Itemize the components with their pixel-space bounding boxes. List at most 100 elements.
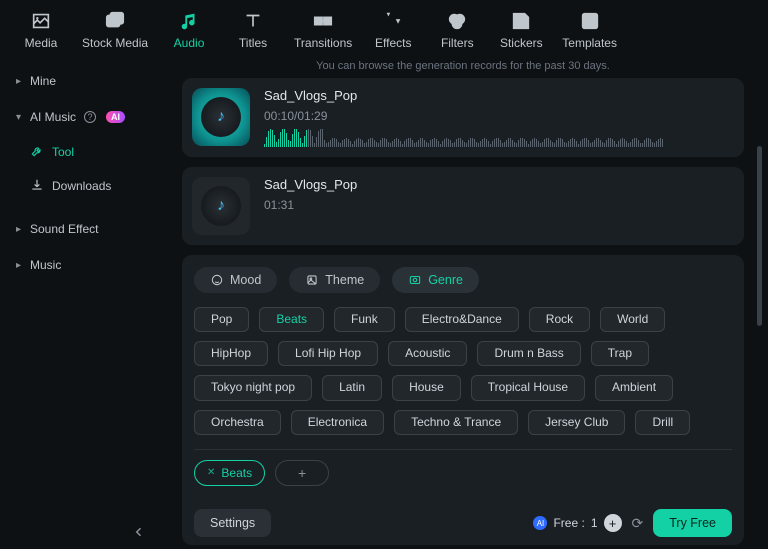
sidebar-item-label: Sound Effect (30, 222, 99, 236)
genre-tag[interactable]: Rock (529, 307, 590, 332)
nav-stock-media[interactable]: Stock Media (82, 6, 148, 50)
sidebar-sub-downloads[interactable]: Downloads (6, 170, 154, 202)
genre-tag[interactable]: Tropical House (471, 375, 585, 400)
ai-chip-icon: AI (533, 516, 547, 530)
genre-tag[interactable]: Techno & Trance (394, 410, 518, 435)
genre-tag[interactable]: HipHop (194, 341, 268, 366)
theme-icon (305, 273, 319, 287)
tab-label: Mood (230, 273, 261, 287)
track-title: Sad_Vlogs_Pop (264, 88, 734, 103)
genre-tag[interactable]: Beats (259, 307, 324, 332)
nav-stickers[interactable]: Stickers (498, 6, 544, 50)
tab-genre[interactable]: Genre (392, 267, 479, 293)
transitions-icon (312, 10, 334, 32)
nav-titles[interactable]: Titles (230, 6, 276, 50)
try-free-button[interactable]: Try Free (653, 509, 732, 537)
selected-tags: ✕Beats + (194, 460, 732, 486)
nav-label: Media (25, 36, 58, 50)
add-tag-button[interactable]: + (275, 460, 329, 486)
nav-filters[interactable]: Filters (434, 6, 480, 50)
nav-media[interactable]: Media (18, 6, 64, 50)
nav-label: Effects (375, 36, 411, 50)
genre-tag[interactable]: World (600, 307, 665, 332)
genre-tag[interactable]: Acoustic (388, 341, 467, 366)
effects-icon (382, 10, 404, 32)
help-icon[interactable]: ? (84, 111, 96, 123)
genre-tag[interactable]: Tokyo night pop (194, 375, 312, 400)
nav-effects[interactable]: Effects (370, 6, 416, 50)
genre-tag[interactable]: Electro&Dance (405, 307, 519, 332)
sidebar-sub-label: Downloads (52, 179, 111, 193)
music-note-icon: ♪ (217, 197, 225, 215)
genre-tag[interactable]: Drill (635, 410, 690, 435)
genre-tag[interactable]: Pop (194, 307, 249, 332)
chevron-right-icon (16, 260, 22, 271)
stickers-icon (510, 10, 532, 32)
nav-label: Titles (239, 36, 267, 50)
top-nav: Media Stock Media Audio Titles Transitions Ef… (0, 0, 768, 56)
track-title: Sad_Vlogs_Pop (264, 177, 734, 192)
nav-label: Stickers (500, 36, 543, 50)
titles-icon (242, 10, 264, 32)
track-item[interactable]: ♪ Sad_Vlogs_Pop 01:31 (182, 167, 744, 245)
nav-transitions[interactable]: Transitions (294, 6, 352, 50)
add-credits-button[interactable]: + (604, 514, 622, 532)
settings-button[interactable]: Settings (194, 509, 271, 537)
genre-tag[interactable]: Jersey Club (528, 410, 625, 435)
free-credits-indicator: AI Free : 1 + (533, 514, 621, 532)
genre-tag[interactable]: Funk (334, 307, 395, 332)
track-time: 01:31 (264, 198, 734, 212)
genre-tag[interactable]: Lofi Hip Hop (278, 341, 378, 366)
sidebar-collapse-button[interactable] (128, 521, 150, 543)
genre-tag[interactable]: Electronica (291, 410, 384, 435)
sidebar-sub-label: Tool (52, 145, 74, 159)
tab-label: Theme (325, 273, 364, 287)
sidebar-item-label: Music (30, 258, 61, 272)
genre-icon (408, 273, 422, 287)
nav-audio[interactable]: Audio (166, 6, 212, 50)
nav-label: Templates (562, 36, 617, 50)
filters-icon (446, 10, 468, 32)
genre-tag[interactable]: House (392, 375, 461, 400)
track-item[interactable]: ♪Sad_Vlogs_Pop00:10/01:29 (182, 78, 744, 157)
chevron-down-icon (16, 112, 22, 123)
nav-templates[interactable]: Templates (562, 6, 617, 50)
track-info: Sad_Vlogs_Pop 01:31 (264, 177, 734, 235)
sidebar-item-label: Mine (30, 74, 56, 88)
genre-tag[interactable]: Orchestra (194, 410, 281, 435)
free-count: 1 (591, 516, 598, 530)
genre-tag[interactable]: Drum n Bass (477, 341, 580, 366)
tool-icon (30, 144, 44, 161)
sidebar-sub-tool[interactable]: Tool (6, 136, 154, 168)
mood-icon (210, 273, 224, 287)
free-label: Free : (553, 516, 584, 530)
stock-media-icon (104, 10, 126, 32)
sidebar-item-sound-effect[interactable]: Sound Effect (6, 212, 154, 246)
selected-tag[interactable]: ✕Beats (194, 460, 265, 486)
tab-mood[interactable]: Mood (194, 267, 277, 293)
refresh-icon[interactable]: ⟳ (632, 515, 644, 532)
sidebar-item-ai-music[interactable]: AI Music?AI (6, 100, 154, 134)
scrollbar[interactable] (757, 146, 762, 326)
tab-theme[interactable]: Theme (289, 267, 380, 293)
genre-tag[interactable]: Trap (591, 341, 649, 366)
sidebar: MineAI Music?AIToolDownloadsSound Effect… (0, 56, 160, 549)
track-info: Sad_Vlogs_Pop 00:10/01:29 (264, 88, 734, 147)
ai-badge: AI (106, 111, 125, 123)
download-icon (30, 178, 44, 195)
history-hint: You can browse the generation records fo… (182, 60, 744, 72)
remove-icon[interactable]: ✕ (207, 467, 215, 478)
media-icon (30, 10, 52, 32)
chevron-right-icon (16, 76, 22, 87)
track-time: 00:10/01:29 (264, 109, 734, 123)
sidebar-item-music[interactable]: Music (6, 248, 154, 282)
divider (194, 449, 732, 450)
panel-footer: Settings AI Free : 1 + ⟳ Try Free (194, 499, 732, 537)
waveform[interactable] (264, 129, 734, 147)
genre-tag[interactable]: Ambient (595, 375, 673, 400)
sidebar-item-mine[interactable]: Mine (6, 64, 154, 98)
chevron-right-icon (16, 224, 22, 235)
templates-icon (579, 10, 601, 32)
audio-icon (178, 10, 200, 32)
genre-tag[interactable]: Latin (322, 375, 382, 400)
